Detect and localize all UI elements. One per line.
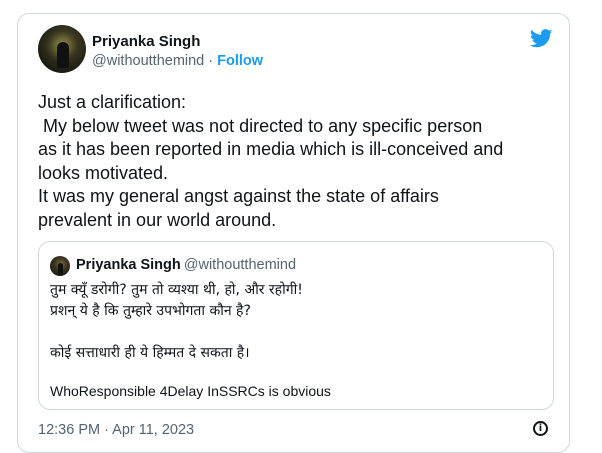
quoted-tweet[interactable]: Priyanka Singh @withoutthemind तुम क्यूँ … <box>38 241 554 410</box>
tweet-line: as it has been reported in media which i… <box>38 139 504 159</box>
author-avatar[interactable] <box>38 25 86 73</box>
separator-dot: · <box>204 53 218 69</box>
quoted-author-header: Priyanka Singh @withoutthemind <box>76 257 296 273</box>
quoted-author-handle: @withoutthemind <box>183 257 297 273</box>
twitter-bird-icon[interactable] <box>530 29 553 48</box>
tweet-line: prevalent in our world around. <box>38 209 277 230</box>
info-icon[interactable]: i <box>533 421 548 436</box>
quoted-author-avatar <box>50 256 70 276</box>
tweet-line: My below tweet was not directed to any s… <box>38 115 483 136</box>
info-glyph: i <box>538 423 543 434</box>
tweet-text: Just a clarification: My below tweet was… <box>38 91 568 232</box>
tweet-card: Priyanka Singh @withoutthemind · Follow … <box>17 13 570 453</box>
author-handle-row: @withoutthemind · Follow <box>92 53 263 69</box>
quoted-line: तुम क्यूँ डरोगी? तुम तो व्यश्या थी, हो, … <box>50 282 303 298</box>
quoted-line: कोई सत्ताधारी ही ये हिम्मत दे सकता है। <box>50 345 250 361</box>
quoted-line: WhoResponsible 4Delay InSSRCs is obvious <box>50 383 331 399</box>
follow-button[interactable]: Follow <box>217 53 263 69</box>
author-handle[interactable]: @withoutthemind <box>92 53 204 69</box>
tweet-timestamp[interactable]: 12:36 PM · Apr 11, 2023 <box>38 422 194 438</box>
author-name[interactable]: Priyanka Singh <box>92 33 200 50</box>
tweet-line: Just a clarification: <box>38 92 187 112</box>
quoted-author-name: Priyanka Singh <box>76 257 181 273</box>
tweet-line: looks motivated. <box>38 162 169 183</box>
quoted-line: प्रशन् ये है कि तुम्हारे उपभोगता कौन है? <box>50 303 251 319</box>
tweet-line: It was my general angst against the stat… <box>38 186 439 206</box>
